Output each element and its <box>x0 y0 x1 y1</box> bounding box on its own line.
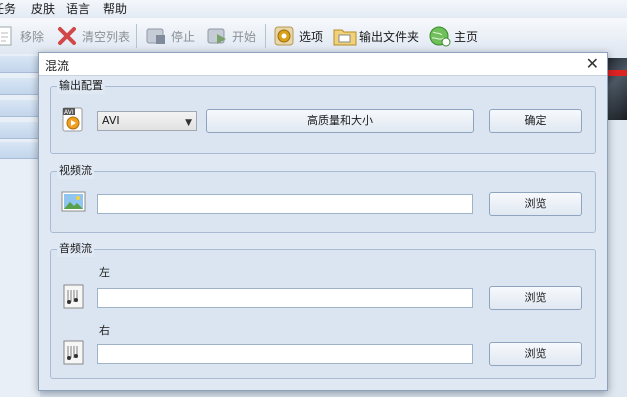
preview-thumbnail-accent <box>606 70 627 76</box>
folder-icon <box>333 25 357 47</box>
left-audio-browse-button[interactable]: 浏览 <box>489 286 582 310</box>
video-browse-button[interactable]: 浏览 <box>489 192 582 216</box>
toolbar-separator <box>136 24 137 48</box>
options-button[interactable]: 选项 <box>273 24 323 48</box>
dialog-title-bar: 混流 ✕ <box>39 53 607 76</box>
task-list-panel <box>0 54 40 397</box>
home-label: 主页 <box>454 29 479 44</box>
menu-skin[interactable]: 皮肤 <box>31 1 55 17</box>
red-x-icon <box>56 25 78 47</box>
start-label: 开始 <box>232 29 257 44</box>
start-button[interactable]: 开始 <box>206 24 256 48</box>
task-list-row[interactable] <box>0 122 40 139</box>
confirm-button[interactable]: 确定 <box>489 109 582 133</box>
menu-task[interactable]: 任务 <box>0 1 16 17</box>
remove-button[interactable]: 移除 <box>0 24 44 48</box>
toolbar-separator <box>265 24 266 48</box>
video-stream-group: 视频流 浏览 <box>50 163 596 233</box>
format-select-value: AVI <box>102 114 120 127</box>
globe-home-icon <box>428 25 451 47</box>
document-remove-icon <box>0 25 16 47</box>
clear-list-button[interactable]: 清空列表 <box>56 24 130 48</box>
right-channel-label: 右 <box>99 324 110 337</box>
close-icon[interactable]: ✕ <box>586 54 599 74</box>
stop-label: 停止 <box>171 29 196 44</box>
home-button[interactable]: 主页 <box>428 24 478 48</box>
output-config-group: 输出配置 AVI AVI ▼ 高质量和大小 确定 <box>50 78 596 154</box>
gear-icon <box>273 25 295 47</box>
video-stream-label: 视频流 <box>57 163 94 179</box>
task-list-row[interactable] <box>0 78 40 95</box>
options-label: 选项 <box>299 29 324 44</box>
menu-help[interactable]: 帮助 <box>103 1 127 17</box>
image-file-icon <box>61 190 86 214</box>
left-audio-path-input[interactable] <box>97 288 473 308</box>
right-audio-path-input[interactable] <box>97 344 473 364</box>
toolbar: 移除 清空列表 停止 开始 选项 输出文件夹 主页 <box>0 18 627 55</box>
mux-dialog: 混流 ✕ 输出配置 AVI AVI ▼ 高质量和大小 确定 视频流 浏览 音频流… <box>38 52 608 391</box>
clear-list-label: 清空列表 <box>82 29 131 44</box>
menu-bar: 任务 皮肤 语言 帮助 <box>0 0 627 19</box>
chevron-down-icon: ▼ <box>185 118 192 128</box>
task-list-row[interactable] <box>0 56 40 73</box>
audio-stream-group: 音频流 左 浏览 右 浏览 <box>50 241 596 379</box>
output-config-label: 输出配置 <box>57 78 105 94</box>
svg-text:AVI: AVI <box>64 109 74 116</box>
dialog-title: 混流 <box>45 59 70 73</box>
start-icon <box>206 25 228 47</box>
task-list-row[interactable] <box>0 100 40 117</box>
audio-file-icon <box>63 284 87 309</box>
audio-stream-label: 音频流 <box>57 241 94 257</box>
stop-icon <box>145 25 167 47</box>
audio-file-icon <box>63 340 87 365</box>
quality-size-button[interactable]: 高质量和大小 <box>206 109 474 133</box>
output-folder-label: 输出文件夹 <box>359 29 420 44</box>
task-list-row[interactable] <box>0 142 40 159</box>
stop-button[interactable]: 停止 <box>145 24 195 48</box>
avi-file-icon: AVI <box>61 107 85 132</box>
video-path-input[interactable] <box>97 194 473 214</box>
remove-label: 移除 <box>20 29 45 44</box>
output-folder-button[interactable]: 输出文件夹 <box>333 24 419 48</box>
format-select[interactable]: AVI ▼ <box>97 111 197 131</box>
menu-language[interactable]: 语言 <box>66 1 90 17</box>
right-audio-browse-button[interactable]: 浏览 <box>489 342 582 366</box>
left-channel-label: 左 <box>99 266 110 279</box>
